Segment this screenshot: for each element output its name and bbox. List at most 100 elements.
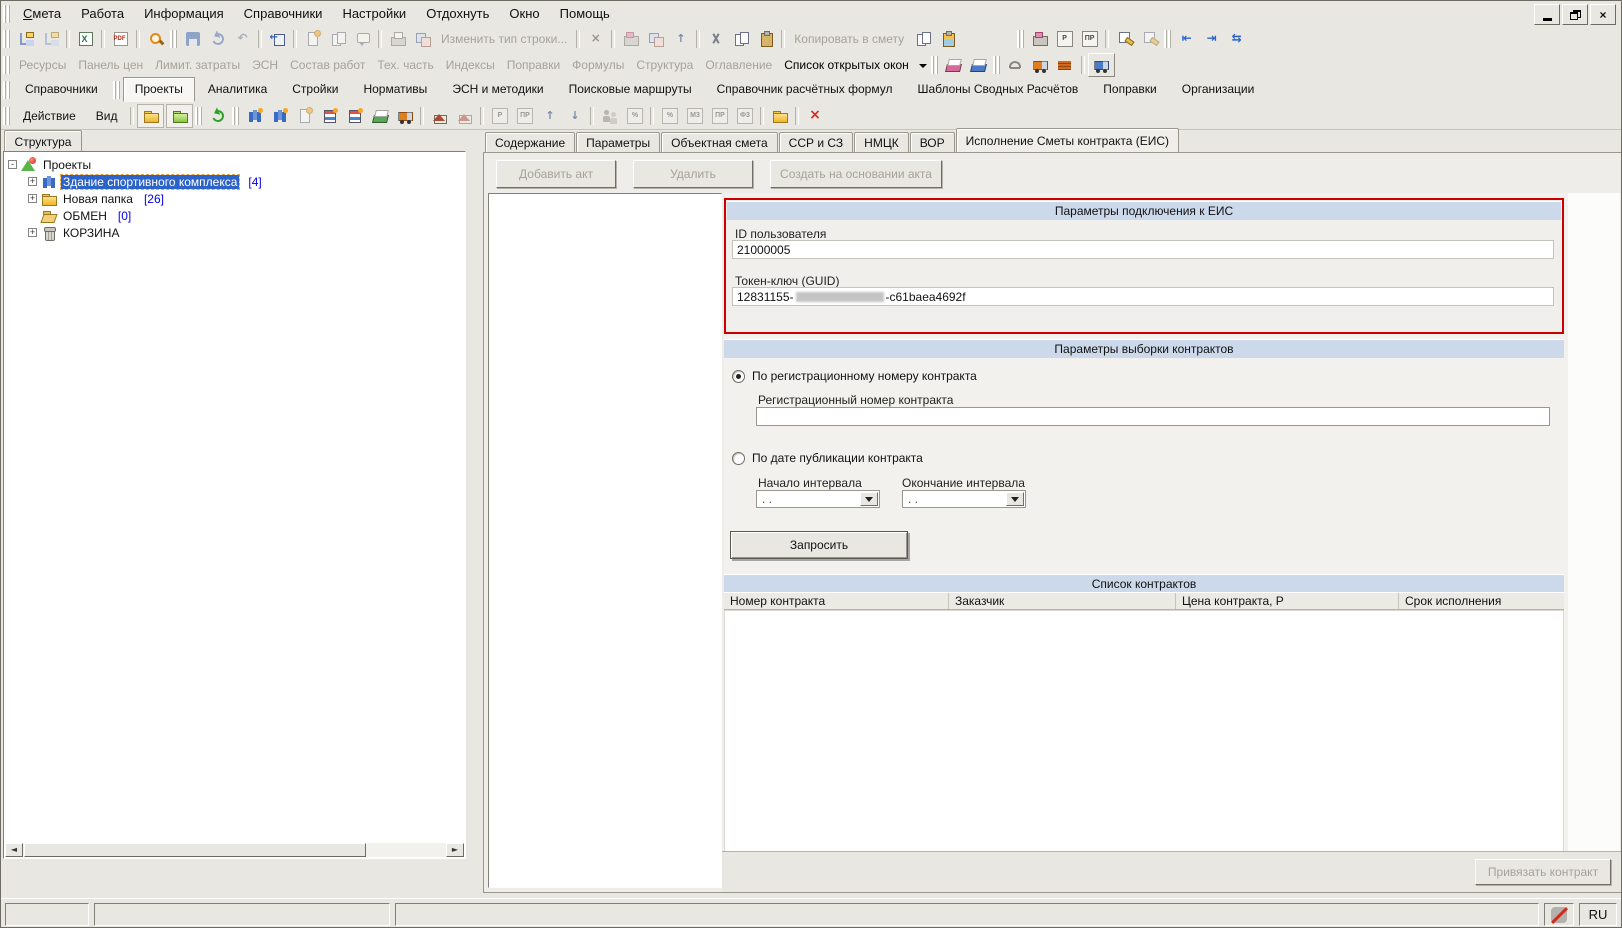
menu-okno[interactable]: Окно — [499, 3, 549, 24]
request-button[interactable]: Запросить — [730, 531, 908, 559]
acts-list[interactable] — [488, 193, 722, 888]
card-index-button[interactable] — [643, 28, 668, 50]
tree-node-root[interactable]: - Проекты — [8, 156, 465, 173]
scroll-left-button[interactable]: ◄ — [5, 843, 23, 857]
menu-smeta[interactable]: Смета — [13, 3, 71, 24]
truck-blue-button[interactable] — [1087, 53, 1115, 77]
copy-page-button[interactable] — [910, 28, 935, 50]
delete-button[interactable]: × — [802, 105, 827, 127]
panel-limit-zatraty[interactable]: Лимит. затраты — [149, 58, 246, 72]
tree-node-obmen[interactable]: ОБМЕН [0] — [28, 207, 465, 224]
horizontal-scrollbar[interactable]: ◄ ► — [5, 843, 464, 857]
move-down-button[interactable]: ↓ — [562, 105, 587, 127]
delete-act-button[interactable]: Удалить — [633, 160, 753, 188]
radio-by-date-row[interactable]: По дате публикации контракта — [732, 451, 923, 465]
panel-struktura[interactable]: Структура — [630, 58, 699, 72]
copy-act-button[interactable] — [325, 28, 350, 50]
sort-updown-button[interactable]: ↑ — [668, 28, 693, 50]
menu-pomosh[interactable]: Помощь — [550, 3, 620, 24]
search-button[interactable] — [143, 28, 168, 50]
menu-deystvie[interactable]: Действие — [13, 106, 86, 126]
price-pr-button2[interactable]: ПР — [512, 105, 537, 127]
expand-icon[interactable]: + — [28, 177, 37, 186]
f3-button[interactable]: Ф3 — [732, 105, 757, 127]
column-header-number[interactable]: Номер контракта — [724, 593, 949, 609]
save-button[interactable] — [180, 28, 205, 50]
replace-type-button[interactable] — [410, 28, 435, 50]
radio-by-date[interactable] — [732, 451, 745, 465]
tab-poiskovye-marshruty[interactable]: Поисковые маршруты — [557, 77, 704, 102]
tab-popravki[interactable]: Поправки — [1091, 77, 1168, 102]
tab-normativy[interactable]: Нормативы — [351, 77, 439, 102]
m3-button[interactable]: М3 — [682, 105, 707, 127]
calendar-dropdown-button[interactable] — [1006, 492, 1024, 506]
toolbar-grip[interactable] — [3, 30, 10, 48]
menu-spravochniki[interactable]: Справочники — [234, 3, 333, 24]
price-pr-button[interactable]: ПР — [1077, 28, 1102, 50]
expand-icon[interactable]: + — [28, 194, 37, 203]
tree-node-label[interactable]: ОБМЕН — [61, 209, 109, 223]
formula-edit-button[interactable] — [1112, 28, 1137, 50]
formula-clear-button[interactable] — [1137, 28, 1162, 50]
tree-node-label[interactable]: КОРЗИНА — [61, 226, 121, 240]
excel-export-button[interactable] — [73, 28, 98, 50]
toolbar-grip[interactable] — [3, 4, 10, 23]
minimize-button[interactable] — [1534, 4, 1560, 25]
tree-node-label[interactable]: Проекты — [41, 158, 93, 172]
workers-button[interactable] — [597, 105, 622, 127]
panel-resursy[interactable]: Ресурсы — [13, 58, 72, 72]
price-p-button2[interactable]: Р — [487, 105, 512, 127]
bricks-button[interactable] — [1053, 54, 1078, 76]
document-add-button[interactable] — [292, 105, 317, 127]
percent-button[interactable]: % — [622, 105, 647, 127]
panel-esn[interactable]: ЭСН — [246, 58, 284, 72]
resources-calc-button[interactable] — [618, 28, 643, 50]
print-button[interactable] — [385, 28, 410, 50]
tab-organizacii[interactable]: Организации — [1170, 77, 1267, 102]
column-header-deadline[interactable]: Срок исполнения — [1399, 593, 1564, 609]
paste-special-button[interactable] — [935, 28, 960, 50]
toolbar-grip[interactable] — [3, 81, 10, 99]
materials-machine-button[interactable] — [1027, 28, 1052, 50]
move-up-button[interactable]: ↑ — [537, 105, 562, 127]
calendar-dropdown-button[interactable] — [860, 492, 878, 506]
tree-node-folder[interactable]: + Новая папка [26] — [28, 190, 465, 207]
book-add-button[interactable] — [367, 105, 392, 127]
tree-node-korzina[interactable]: + КОРЗИНА — [28, 224, 465, 241]
radio-by-number-row[interactable]: По регистрационному номеру контракта — [732, 369, 977, 383]
tab-ssr-i-sz[interactable]: ССР и СЗ — [778, 132, 854, 152]
tab-nmck[interactable]: НМЦК — [854, 132, 909, 152]
add-act-button[interactable]: Добавить акт — [496, 160, 616, 188]
user-id-field[interactable]: 21000005 — [732, 240, 1554, 259]
keyboard-layout-indicator[interactable]: RU — [1579, 903, 1617, 926]
toolbar-grip[interactable] — [195, 106, 203, 125]
truck-add-button[interactable] — [392, 105, 417, 127]
tab-struktura[interactable]: Структура — [4, 130, 82, 152]
panel-oglavlenie[interactable]: Оглавление — [699, 58, 778, 72]
tab-ispolnenie-smety-eis[interactable]: Исполнение Сметы контракта (ЕИС) — [955, 128, 1180, 152]
home-add-button[interactable] — [427, 105, 452, 127]
tab-analitika[interactable]: Аналитика — [196, 77, 279, 102]
close-button[interactable]: × — [1590, 4, 1616, 25]
project-tree[interactable]: - Проекты + Здание спортивного комплекса… — [3, 151, 466, 859]
tab-vor[interactable]: ВОР — [909, 132, 955, 152]
comment-button[interactable] — [350, 28, 375, 50]
return-to-source-button[interactable] — [265, 28, 290, 50]
pr-box-button[interactable]: ПР — [707, 105, 732, 127]
token-field[interactable]: 12831155- -c61baea4692f — [732, 287, 1554, 306]
protractor-button[interactable] — [1003, 54, 1028, 76]
expand-icon[interactable]: + — [28, 228, 37, 237]
scrollbar-track[interactable] — [366, 843, 446, 857]
open-windows-dropdown[interactable]: Список открытых окон — [778, 58, 929, 72]
toolbar-grip[interactable] — [3, 106, 10, 125]
tab-obektnaya-smeta[interactable]: Объектная смета — [661, 132, 778, 152]
collapse-icon[interactable]: - — [8, 160, 17, 169]
refresh-tree-button[interactable] — [205, 105, 230, 127]
truck-orange-button[interactable] — [1028, 54, 1053, 76]
panel-teh-chast[interactable]: Тех. часть — [371, 58, 439, 72]
indent-left-button[interactable]: ⇤ — [1174, 28, 1199, 50]
interval-start-picker[interactable]: . . — [756, 490, 880, 508]
tab-spravochniki[interactable]: Справочники — [13, 77, 110, 102]
tab-stroyki[interactable]: Стройки — [280, 77, 350, 102]
tab-soderzhanie[interactable]: Содержание — [485, 132, 576, 152]
